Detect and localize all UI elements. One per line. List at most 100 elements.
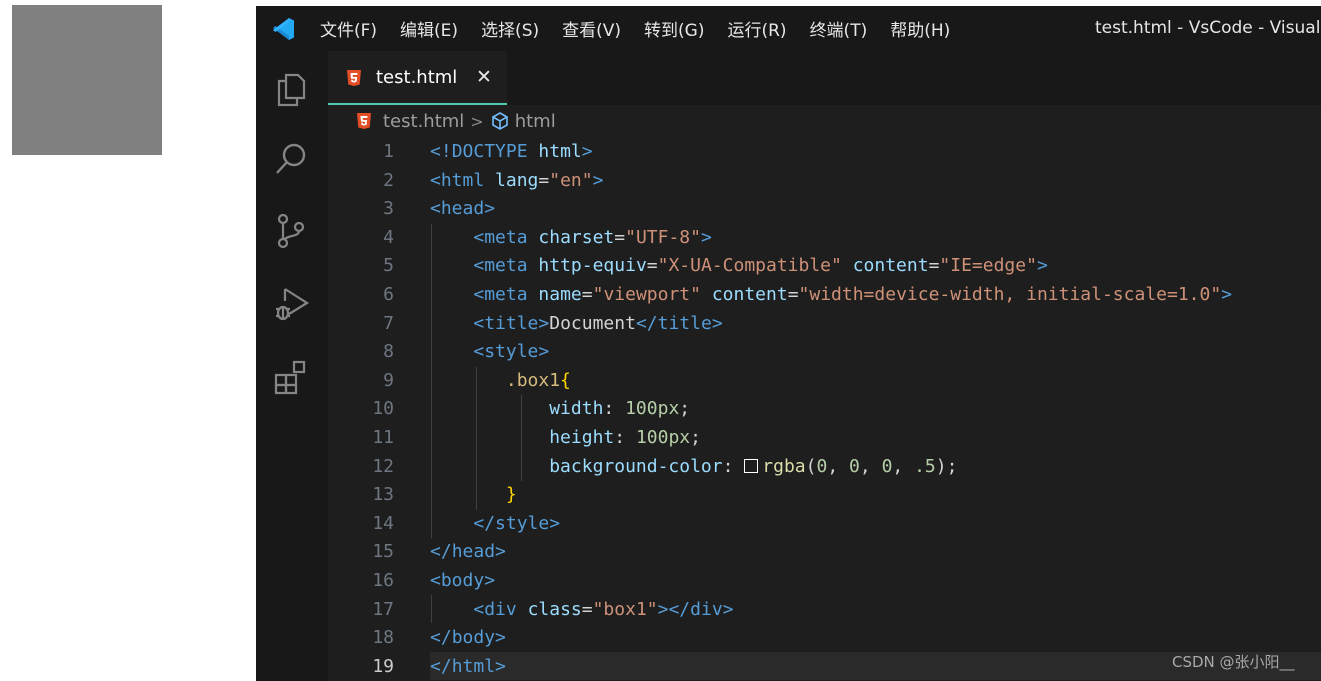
line-number: 14 [372, 512, 394, 534]
menu-go[interactable]: 转到(G) [644, 16, 704, 41]
code-line[interactable]: width: 100px; [430, 395, 1321, 424]
breadcrumb-file[interactable]: test.html [383, 111, 464, 132]
code-token: = [581, 283, 593, 305]
code-editor[interactable]: <!DOCTYPE html> <html lang="en"> <head> <m… [430, 138, 1321, 681]
code-token: http-equiv [538, 255, 647, 277]
code-line[interactable]: <body> [430, 567, 1321, 596]
code-token: class [527, 598, 582, 620]
code-token: "width=device-width, initial-scale=1.0" [798, 283, 1222, 305]
line-number: 4 [383, 226, 394, 248]
code-token: "box1" [592, 598, 658, 620]
code-line[interactable]: } [430, 481, 1321, 510]
code-token: > [581, 141, 593, 162]
code-line[interactable]: <head> [430, 195, 1321, 224]
code-token: "en" [549, 169, 593, 191]
code-token: body [451, 627, 496, 649]
code-line[interactable]: </style> [430, 510, 1321, 539]
code-token: DOCTYPE [451, 141, 528, 162]
breadcrumb-symbol[interactable]: html [515, 111, 556, 132]
code-token: = [581, 598, 593, 620]
code-token: ></ [657, 598, 691, 620]
code-line[interactable]: background-color: rgba(0, 0, 0, .5); [430, 453, 1321, 482]
code-line[interactable]: <div class="box1"></div> [430, 596, 1321, 625]
menu-selection[interactable]: 选择(S) [481, 16, 539, 41]
search-icon[interactable] [271, 139, 311, 179]
code-line[interactable]: <title>Document</title> [430, 310, 1321, 339]
code-token: = [928, 255, 940, 277]
run-debug-icon[interactable] [271, 283, 311, 323]
code-token: > [722, 598, 734, 620]
code-line[interactable]: <style> [430, 338, 1321, 367]
code-token: ; [690, 426, 701, 448]
code-token: html [451, 655, 496, 677]
menu-edit[interactable]: 编辑(E) [400, 16, 458, 41]
code-token: 0 [881, 455, 893, 477]
line-number: 15 [372, 541, 394, 563]
color-swatch[interactable] [744, 458, 759, 473]
code-token: ( [805, 455, 817, 477]
symbol-cube-icon [491, 112, 508, 130]
code-line[interactable]: .box1{ [430, 367, 1321, 396]
tab-test-html[interactable]: test.html ✕ [328, 51, 507, 105]
code-line[interactable]: <meta charset="UTF-8"> [430, 224, 1321, 253]
extensions-icon[interactable] [271, 356, 311, 396]
line-number: 10 [372, 398, 394, 420]
line-number: 16 [372, 569, 394, 591]
code-token: 100px [635, 426, 691, 448]
code-token: , [892, 455, 915, 477]
line-number: 9 [383, 369, 394, 391]
code-token: > [1221, 283, 1233, 305]
code-token: meta [484, 255, 528, 277]
code-line[interactable]: <html lang="en"> [430, 167, 1321, 196]
code-line[interactable]: <meta name="viewport" content="width=dev… [430, 281, 1321, 310]
activity-bar [256, 51, 328, 681]
window-title: test.html - VsCode - Visual St [1095, 18, 1321, 38]
vscode-logo-icon[interactable] [270, 16, 296, 42]
code-token: </ [430, 541, 452, 563]
code-token: > [592, 169, 604, 191]
line-number: 17 [372, 598, 394, 620]
menu-file[interactable]: 文件(F) [320, 16, 377, 41]
code-token: < [473, 226, 485, 248]
code-line[interactable]: <meta http-equiv="X-UA-Compatible" conte… [430, 252, 1321, 281]
code-line[interactable]: <!DOCTYPE html> [430, 138, 1321, 167]
line-number: 2 [383, 169, 394, 191]
menu-run[interactable]: 运行(R) [727, 16, 786, 41]
tab-close-icon[interactable]: ✕ [476, 51, 492, 103]
code-token: style [484, 341, 539, 363]
watermark: CSDN @张小阳__ [1172, 653, 1295, 671]
code-token: < [430, 169, 441, 191]
explorer-icon[interactable] [271, 69, 311, 109]
code-token: width [549, 398, 604, 420]
code-token: rgba [762, 455, 806, 477]
breadcrumb: test.html > html [328, 105, 1321, 137]
menu-view[interactable]: 查看(V) [562, 16, 621, 41]
code-token: > [538, 312, 550, 334]
code-token: div [690, 598, 723, 620]
vscode-window: 文件(F) 编辑(E) 选择(S) 查看(V) 转到(G) 运行(R) 终端(T… [256, 6, 1321, 681]
source-control-icon[interactable] [271, 211, 311, 251]
code-token: > [538, 341, 550, 363]
tab-label: test.html [376, 67, 458, 88]
line-number: 3 [383, 198, 394, 220]
code-token: </ [430, 627, 452, 649]
code-token: < [473, 598, 485, 620]
menu-help[interactable]: 帮助(H) [890, 16, 950, 41]
code-token: </ [430, 655, 452, 677]
menu-terminal[interactable]: 终端(T) [810, 16, 868, 41]
line-number: 13 [372, 484, 394, 506]
menu-bar: 文件(F) 编辑(E) 选择(S) 查看(V) 转到(G) 运行(R) 终端(T… [320, 6, 973, 51]
code-line[interactable]: </head> [430, 538, 1321, 567]
code-token: 0 [816, 455, 828, 477]
code-line[interactable]: height: 100px; [430, 424, 1321, 453]
code-line[interactable]: </body> [430, 624, 1321, 653]
code-token: "X-UA-Compatible" [657, 255, 842, 277]
code-token: head [440, 198, 485, 220]
